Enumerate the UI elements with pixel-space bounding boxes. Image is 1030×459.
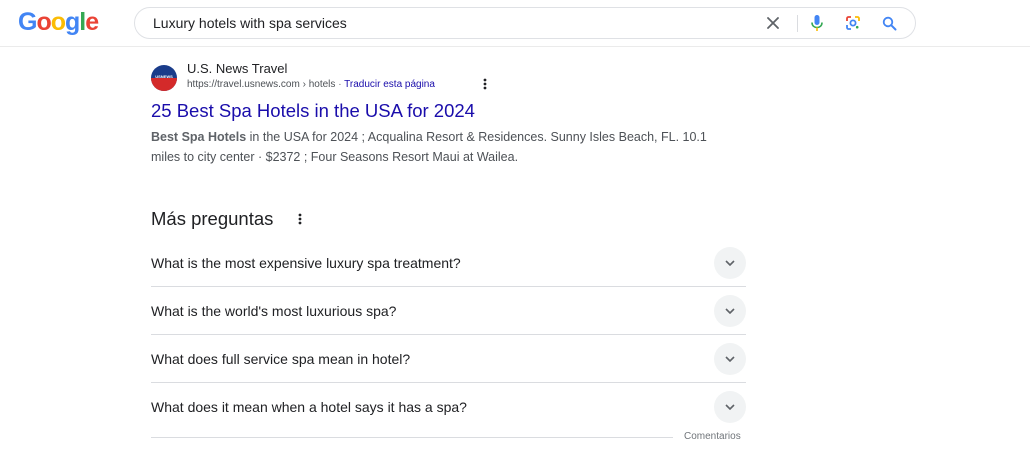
lens-icon[interactable] bbox=[843, 13, 863, 33]
paa-menu-icon[interactable] bbox=[296, 212, 304, 226]
top-bar: Google Luxury hotels with spa services bbox=[0, 0, 1030, 47]
site-url[interactable]: https://travel.usnews.com › hotels bbox=[187, 79, 335, 90]
paa-item[interactable]: What does full service spa mean in hotel… bbox=[151, 335, 746, 383]
paa-heading: Más preguntas bbox=[151, 208, 274, 229]
paa-item[interactable]: What is the world's most luxurious spa? bbox=[151, 287, 746, 335]
site-favicon: USNEWS bbox=[151, 65, 177, 91]
search-box[interactable]: Luxury hotels with spa services bbox=[134, 7, 916, 39]
result-title-link[interactable]: 25 Best Spa Hotels in the USA for 2024 bbox=[151, 100, 475, 122]
result-snippet: Best Spa Hotels in the USA for 2024 ; Ac… bbox=[151, 127, 731, 167]
paa-item[interactable]: What does it mean when a hotel says it h… bbox=[151, 383, 746, 431]
paa-question[interactable]: What is the world's most luxurious spa? bbox=[151, 287, 396, 335]
paa-question[interactable]: What does it mean when a hotel says it h… bbox=[151, 383, 467, 431]
site-name[interactable]: U.S. News Travel bbox=[187, 61, 287, 76]
paa-divider bbox=[151, 437, 673, 438]
chevron-down-icon[interactable] bbox=[714, 391, 746, 423]
translate-link[interactable]: Traducir esta página bbox=[344, 79, 435, 90]
google-logo[interactable]: Google bbox=[18, 9, 114, 35]
search-icon[interactable] bbox=[879, 13, 899, 33]
microphone-icon[interactable] bbox=[807, 13, 827, 33]
search-input[interactable]: Luxury hotels with spa services bbox=[153, 8, 347, 38]
paa-question[interactable]: What does full service spa mean in hotel… bbox=[151, 335, 410, 383]
feedback-link[interactable]: Comentarios bbox=[684, 431, 741, 442]
clear-icon[interactable] bbox=[763, 13, 783, 33]
result-menu-icon[interactable] bbox=[481, 77, 489, 91]
chevron-down-icon[interactable] bbox=[714, 295, 746, 327]
favicon-text: USNEWS bbox=[155, 74, 173, 79]
paa-item[interactable]: What is the most expensive luxury spa tr… bbox=[151, 239, 746, 287]
site-url-line: https://travel.usnews.com › hotels · Tra… bbox=[187, 79, 435, 90]
paa-question[interactable]: What is the most expensive luxury spa tr… bbox=[151, 239, 461, 287]
snippet-highlight: Best Spa Hotels bbox=[151, 130, 247, 144]
paa-list: What is the most expensive luxury spa tr… bbox=[151, 239, 746, 431]
url-separator: · bbox=[338, 79, 342, 90]
chevron-down-icon[interactable] bbox=[714, 247, 746, 279]
favicon-band bbox=[151, 78, 177, 91]
chevron-down-icon[interactable] bbox=[714, 343, 746, 375]
search-divider bbox=[797, 15, 798, 32]
